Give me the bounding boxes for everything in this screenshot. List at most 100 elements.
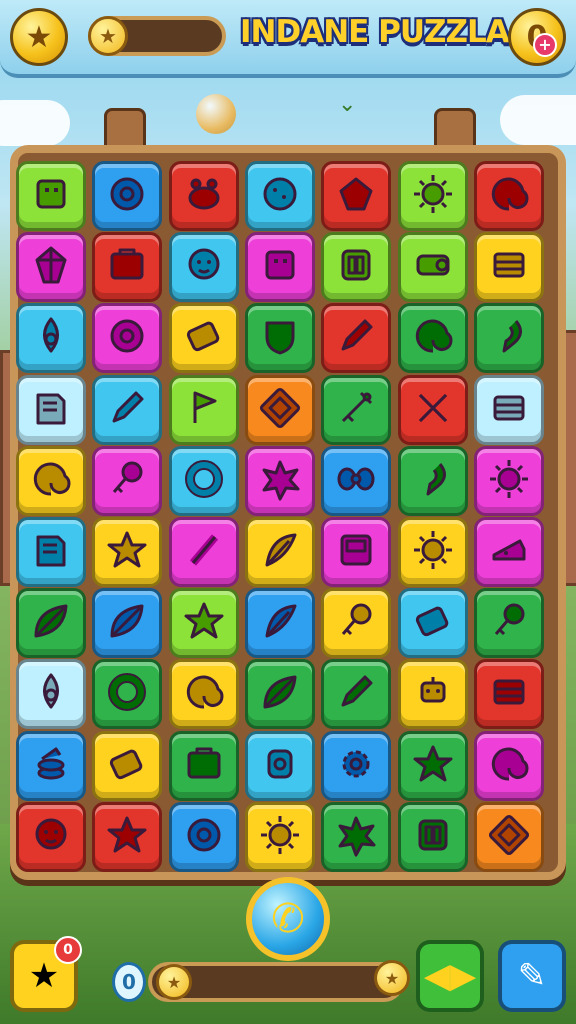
- tile-can[interactable]: [244, 730, 315, 801]
- tile-sun[interactable]: [244, 801, 315, 872]
- tile-flag[interactable]: [168, 374, 239, 445]
- tile-pencil[interactable]: [321, 303, 392, 374]
- tile-stack[interactable]: [16, 730, 86, 801]
- tile-pot[interactable]: [168, 161, 239, 231]
- battery-icon: [181, 313, 227, 363]
- tile-bow[interactable]: [321, 445, 392, 516]
- battery-icon: [410, 598, 456, 648]
- tile-battery[interactable]: [168, 303, 239, 374]
- boost-button[interactable]: ✎: [498, 940, 566, 1012]
- box-icon: [104, 242, 150, 292]
- call-button[interactable]: ✆: [246, 877, 330, 961]
- notification-badge: 0: [54, 936, 82, 964]
- tile-book[interactable]: [16, 374, 86, 445]
- tile-leaf[interactable]: [16, 588, 86, 659]
- tile-crystal[interactable]: [16, 232, 86, 303]
- star-icon: [104, 527, 150, 577]
- tile-stick[interactable]: [168, 517, 239, 587]
- tile-feather[interactable]: [244, 588, 315, 659]
- tile-frame[interactable]: [244, 374, 315, 445]
- tile-disc[interactable]: [92, 303, 163, 374]
- tile-battery[interactable]: [397, 588, 468, 659]
- tile-screen[interactable]: [321, 517, 392, 587]
- tile-robot[interactable]: [397, 659, 468, 730]
- tile-shield[interactable]: [244, 303, 315, 374]
- tile-face[interactable]: [168, 232, 239, 303]
- tile-leaf[interactable]: [244, 659, 315, 730]
- tile-book[interactable]: [16, 517, 86, 587]
- tile-sun[interactable]: [397, 161, 468, 231]
- tile-swirl[interactable]: [168, 659, 239, 730]
- tile-gear[interactable]: [321, 730, 392, 801]
- sword-icon: [333, 385, 379, 435]
- disc-icon: [181, 812, 227, 862]
- tile-gem[interactable]: [321, 161, 392, 231]
- add-coins-badge[interactable]: +: [533, 33, 557, 57]
- swap-button[interactable]: ◀▶: [416, 940, 484, 1012]
- tile-sun[interactable]: [397, 517, 468, 587]
- tile-door[interactable]: [321, 232, 392, 303]
- cookie-icon: [257, 171, 303, 221]
- tile-swirl[interactable]: [397, 303, 468, 374]
- tile-door[interactable]: [397, 801, 468, 872]
- level-progress-bar: ★: [88, 16, 226, 56]
- tile-cookie[interactable]: [244, 161, 315, 231]
- hook-icon: [410, 456, 456, 506]
- tile-face[interactable]: [16, 801, 86, 872]
- tile-crate[interactable]: [473, 374, 544, 445]
- tile-box[interactable]: [92, 232, 163, 303]
- top-bar: ★ ★ INDANE PUZZLA 0 +: [0, 0, 576, 78]
- tile-swirl[interactable]: [16, 445, 86, 516]
- tile-key[interactable]: [92, 445, 163, 516]
- tile-disc[interactable]: [92, 161, 163, 231]
- tile-frame[interactable]: [473, 801, 544, 872]
- tile-key[interactable]: [473, 588, 544, 659]
- tile-star[interactable]: [397, 730, 468, 801]
- tile-cube[interactable]: [16, 161, 86, 231]
- crystal-icon: [28, 242, 74, 292]
- tile-drop[interactable]: [16, 659, 86, 730]
- swirl-icon: [410, 313, 456, 363]
- pot-icon: [181, 171, 227, 221]
- tile-star[interactable]: [92, 517, 163, 587]
- tile-splat[interactable]: [321, 801, 392, 872]
- tile-star[interactable]: [92, 801, 163, 872]
- disc-icon: [104, 171, 150, 221]
- tile-star[interactable]: [168, 588, 239, 659]
- shop-coin-button[interactable]: 0 +: [508, 8, 566, 66]
- tile-log[interactable]: [397, 232, 468, 303]
- tile-disc[interactable]: [168, 801, 239, 872]
- tile-ring[interactable]: [92, 659, 163, 730]
- star-button[interactable]: ★: [10, 8, 68, 66]
- tile-sword[interactable]: [321, 374, 392, 445]
- tile-ring[interactable]: [168, 445, 239, 516]
- tile-battery[interactable]: [92, 730, 163, 801]
- tile-cube[interactable]: [244, 232, 315, 303]
- tile-cross[interactable]: [397, 374, 468, 445]
- tile-swirl[interactable]: [473, 730, 544, 801]
- ring-icon: [104, 669, 150, 719]
- tile-pencil[interactable]: [92, 374, 163, 445]
- tile-hook[interactable]: [473, 303, 544, 374]
- sun-icon: [410, 527, 456, 577]
- tile-drop[interactable]: [16, 303, 86, 374]
- tile-box[interactable]: [168, 730, 239, 801]
- sun-icon: [486, 456, 532, 506]
- megaphone-button[interactable]: ★ 0: [10, 936, 82, 1012]
- swap-icon: ◀▶: [423, 956, 477, 996]
- tile-crate[interactable]: [473, 659, 544, 730]
- tile-hook[interactable]: [397, 445, 468, 516]
- leaf-icon: [104, 598, 150, 648]
- tile-splat[interactable]: [244, 445, 315, 516]
- tile-key[interactable]: [321, 588, 392, 659]
- tile-crate[interactable]: [473, 232, 544, 303]
- tile-pencil[interactable]: [321, 659, 392, 730]
- tile-feather[interactable]: [244, 517, 315, 587]
- tile-cheese[interactable]: [473, 517, 544, 587]
- tile-swirl[interactable]: [473, 161, 544, 231]
- tile-leaf[interactable]: [92, 588, 163, 659]
- tile-sun[interactable]: [473, 445, 544, 516]
- gem-icon: [333, 171, 379, 221]
- crate-icon: [486, 242, 532, 292]
- book-icon: [28, 385, 74, 435]
